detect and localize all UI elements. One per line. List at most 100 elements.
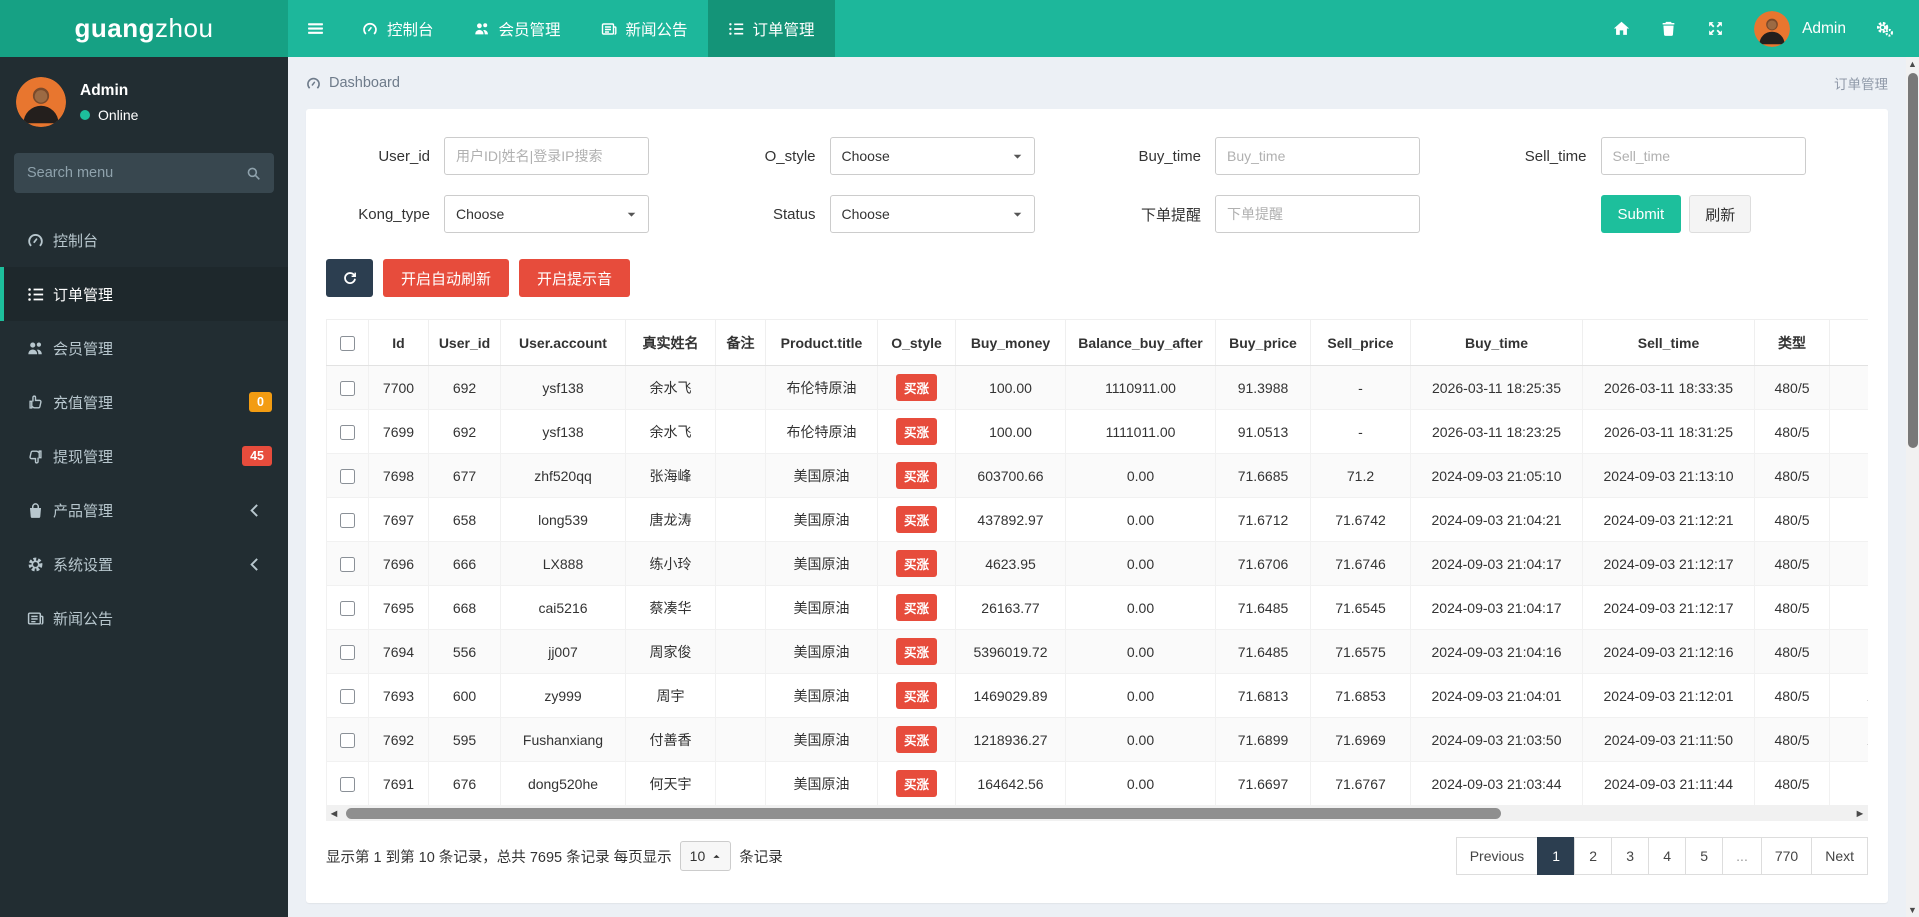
sidebar-item[interactable]: 系统设置: [0, 537, 288, 591]
table-cell: 7699: [368, 409, 429, 454]
o-style-select[interactable]: Choose: [829, 137, 1035, 175]
row-checkbox[interactable]: [340, 556, 355, 572]
sidebar-item[interactable]: 充值管理 0: [0, 375, 288, 429]
table-toolbar: 开启自动刷新 开启提示音: [326, 259, 1868, 297]
row-checkbox[interactable]: [340, 688, 355, 704]
column-header: Buy_money: [955, 319, 1066, 366]
table-cell: LX888: [500, 541, 626, 586]
sidebar-item[interactable]: 会员管理: [0, 321, 288, 375]
scroll-right-arrow-icon[interactable]: ►: [1852, 806, 1868, 821]
nav-item[interactable]: 新闻公告: [581, 0, 708, 57]
scroll-down-arrow-icon[interactable]: ▼: [1906, 903, 1919, 917]
table-cell: 美国原油: [765, 761, 878, 806]
o-style-badge: 买涨: [895, 594, 937, 621]
settings-gears-icon[interactable]: [1876, 20, 1893, 37]
refresh-button[interactable]: 刷新: [1689, 195, 1752, 233]
caret-down-icon: [1012, 151, 1023, 162]
sidebar-item[interactable]: 产品管理: [0, 483, 288, 537]
row-checkbox[interactable]: [340, 512, 355, 528]
row-checkbox[interactable]: [340, 644, 355, 660]
kong-type-select[interactable]: Choose: [444, 195, 649, 233]
sidebar: Admin Online 控制台订单管理会员管理充值管理 0 提现管理 45 产品管理系…: [0, 57, 288, 917]
page-size-dropdown[interactable]: 10: [679, 841, 732, 871]
page-button[interactable]: 2: [1574, 837, 1613, 875]
table-cell: 480/5: [1754, 409, 1830, 454]
nav-item[interactable]: 订单管理: [707, 0, 835, 57]
page-button[interactable]: 770: [1760, 837, 1813, 875]
sell-time-input[interactable]: [1600, 137, 1806, 175]
buy-time-input[interactable]: [1215, 137, 1420, 175]
sidebar-item-label: 订单管理: [53, 286, 114, 304]
home-icon[interactable]: [1613, 20, 1630, 37]
page-button[interactable]: 4: [1648, 837, 1687, 875]
sidebar-search-input[interactable]: [27, 165, 246, 181]
vertical-scrollbar[interactable]: ▲ ▼: [1906, 57, 1919, 917]
vertical-scrollbar-thumb[interactable]: [1907, 73, 1918, 448]
table-cell: 美国原油: [765, 541, 878, 586]
sidebar-item[interactable]: 提现管理 45: [0, 429, 288, 483]
table-cell: 0.00: [1065, 497, 1216, 542]
row-checkbox[interactable]: [340, 380, 355, 396]
nav-item[interactable]: 会员管理: [454, 0, 581, 57]
pager-ellipsis: ...: [1722, 837, 1762, 875]
page-button[interactable]: 1: [1537, 837, 1576, 875]
table-row: 7691 676 dong520he 何天宇 美国原油 买涨 164642.56 0.00 71…: [326, 761, 1868, 806]
row-checkbox[interactable]: [340, 600, 355, 616]
records-summary: 显示第 1 到第 10 条记录，总共 7695 条记录 每页显示 10 条记录: [326, 841, 783, 871]
nav-item[interactable]: 控制台: [342, 0, 454, 57]
select-all-checkbox[interactable]: [340, 335, 355, 351]
row-checkbox[interactable]: [340, 776, 355, 792]
column-header: Id: [368, 319, 429, 366]
search-icon[interactable]: [246, 166, 261, 181]
table-cell: 71.6853: [1310, 673, 1411, 718]
table-cell: 2024-09-03 21:03:44: [1410, 761, 1583, 806]
trash-icon[interactable]: [1660, 20, 1677, 37]
reload-button[interactable]: [326, 259, 373, 297]
horizontal-scrollbar-thumb[interactable]: [346, 808, 1501, 819]
sound-alert-button[interactable]: 开启提示音: [519, 259, 631, 297]
nav-item-label: 控制台: [387, 21, 434, 39]
table-cell: 71.6575: [1310, 629, 1411, 674]
table-cell: 71.6545: [1310, 585, 1411, 630]
row-checkbox[interactable]: [340, 468, 355, 484]
table-cell: 71.6813: [1215, 673, 1311, 718]
bag-icon: [27, 502, 53, 519]
filter-label-status: Status: [772, 205, 816, 223]
submit-button[interactable]: Submit: [1600, 195, 1682, 233]
table-cell: 买涨: [877, 585, 956, 630]
table-cell: cai5216: [500, 585, 626, 630]
page-button[interactable]: 5: [1685, 837, 1724, 875]
fullscreen-icon[interactable]: [1707, 20, 1724, 37]
brand-light: zhou: [155, 13, 214, 43]
table-cell: 2024-09-03 21:11:44: [1582, 761, 1755, 806]
cell-checkbox: [326, 541, 369, 586]
user-id-input[interactable]: [444, 137, 649, 175]
breadcrumb[interactable]: Dashboard: [306, 75, 400, 91]
status-select[interactable]: Choose: [829, 195, 1035, 233]
sidebar-item[interactable]: 控制台: [0, 213, 288, 267]
user-menu[interactable]: Admin: [1754, 10, 1846, 47]
table-cell: 666: [428, 541, 501, 586]
previous-page-button[interactable]: Previous: [1455, 837, 1539, 875]
row-checkbox[interactable]: [340, 424, 355, 440]
auto-refresh-button[interactable]: 开启自动刷新: [383, 259, 510, 297]
column-header: 类型: [1754, 319, 1830, 366]
table-cell: 1218936.27: [955, 717, 1066, 762]
scroll-up-arrow-icon[interactable]: ▲: [1906, 57, 1919, 71]
sidebar-item[interactable]: 订单管理: [0, 267, 288, 321]
column-header: Sell_time: [1582, 319, 1755, 366]
table-cell: 2024-09-03 21:12:17: [1582, 585, 1755, 630]
horizontal-scrollbar[interactable]: ◄ ►: [326, 806, 1868, 821]
table-cell: 480/5: [1754, 673, 1830, 718]
chevron-left-icon: [246, 502, 272, 519]
filter-label-user-id: User_id: [378, 147, 430, 165]
table-cell: 4: [1829, 497, 1868, 542]
page-button[interactable]: 3: [1611, 837, 1650, 875]
row-checkbox[interactable]: [340, 732, 355, 748]
remind-input[interactable]: [1215, 195, 1420, 233]
sidebar-toggle-button[interactable]: [288, 0, 342, 57]
sidebar-item[interactable]: 新闻公告: [0, 591, 288, 645]
table-row: 7694 556 jj007 周家俊 美国原油 买涨 5396019.72 0.00 71.64…: [326, 629, 1868, 674]
next-page-button[interactable]: Next: [1811, 837, 1868, 875]
scroll-left-arrow-icon[interactable]: ◄: [326, 806, 342, 821]
